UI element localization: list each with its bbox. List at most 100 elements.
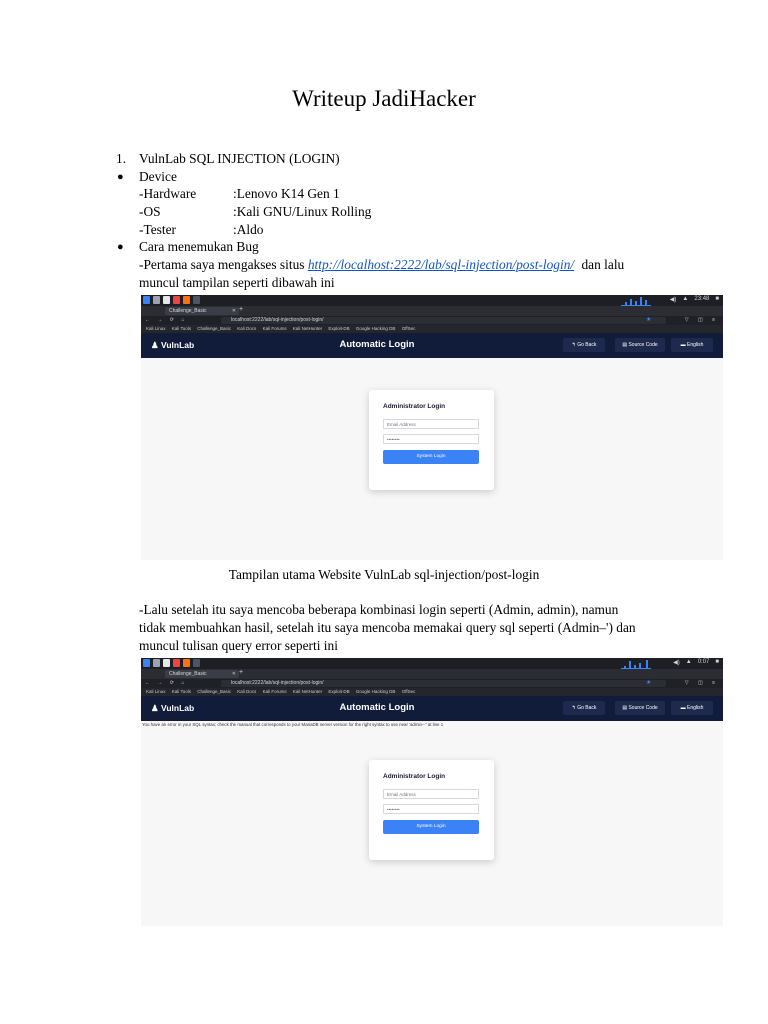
taskbar-icons bbox=[143, 296, 200, 305]
item-number: 1. bbox=[116, 151, 127, 166]
source-code-button[interactable]: ▤ Source Code bbox=[615, 338, 665, 352]
caption-1: Tampilan utama Website VulnLab sql-injec… bbox=[228, 567, 540, 582]
bookmark-item[interactable]: Exploit-DB bbox=[328, 326, 349, 331]
device-hardware-key: -Hardware bbox=[139, 186, 197, 201]
lock-icon[interactable]: ■ bbox=[715, 659, 719, 666]
bookmark-item[interactable]: Kali Tools bbox=[172, 689, 191, 694]
sql-error-message: You have an error in your SQL syntax; ch… bbox=[142, 722, 444, 727]
window-icon[interactable] bbox=[153, 659, 160, 667]
device-tester-value: :Aldo bbox=[233, 222, 264, 237]
password-field[interactable]: •••••••• bbox=[383, 434, 479, 444]
email-field[interactable]: Email Address bbox=[383, 419, 479, 429]
system-login-button[interactable]: System Login bbox=[383, 450, 479, 464]
device-os-value: :Kali GNU/Linux Rolling bbox=[233, 204, 372, 219]
device-label: Device bbox=[139, 169, 177, 184]
clock: 23:48 bbox=[694, 296, 710, 302]
paragraph-1-prefix: -Pertama saya mengakses situs bbox=[139, 257, 308, 272]
language-button[interactable]: ▬ English bbox=[671, 338, 713, 352]
firefox-icon[interactable] bbox=[183, 659, 190, 667]
tab-label: Challenge_Basic bbox=[169, 671, 207, 677]
bookmark-item[interactable]: Kali Tools bbox=[172, 326, 191, 331]
bookmark-item[interactable]: Google Hacking DB bbox=[356, 326, 396, 331]
bell-icon[interactable]: ▲ bbox=[686, 659, 692, 666]
bookmark-item[interactable]: Challenge_Basic bbox=[197, 326, 231, 331]
browser-tab[interactable]: Challenge_Basic ✕ bbox=[165, 307, 239, 315]
volume-icon[interactable]: ◀) bbox=[670, 296, 677, 303]
firefox-icon[interactable] bbox=[183, 296, 190, 304]
item-title: VulnLab SQL INJECTION (LOGIN) bbox=[139, 151, 340, 166]
clock: 0:07 bbox=[697, 659, 710, 665]
browser-tabbar: Challenge_Basic ✕ + bbox=[141, 669, 723, 679]
kali-menu-icon[interactable] bbox=[143, 296, 150, 304]
bookmark-item[interactable]: Kali Docs bbox=[237, 326, 256, 331]
nav-buttons[interactable]: ← → ⟳ ⌂ bbox=[145, 317, 187, 323]
browser-tab[interactable]: Challenge_Basic ✕ bbox=[165, 670, 239, 678]
bookmark-item[interactable]: Kali Forums bbox=[263, 689, 287, 694]
bookmark-item[interactable]: Kali NetHunter bbox=[293, 326, 322, 331]
cpu-graph bbox=[621, 296, 651, 306]
app-title: Automatic Login bbox=[339, 339, 415, 350]
terminal-icon[interactable] bbox=[173, 296, 180, 304]
bullet-bug: ● bbox=[117, 241, 124, 253]
close-icon[interactable]: ✕ bbox=[232, 307, 236, 315]
device-tester-key: -Tester bbox=[139, 222, 176, 237]
language-button[interactable]: ▬ English bbox=[671, 701, 713, 715]
url-input[interactable]: localhost:2222/lab/sql-injection/post-lo… bbox=[221, 317, 666, 324]
system-login-button[interactable]: System Login bbox=[383, 820, 479, 834]
device-os-key: -OS bbox=[139, 204, 161, 219]
go-back-button[interactable]: ↰ Go Back bbox=[563, 338, 605, 352]
lock-icon[interactable]: ■ bbox=[715, 296, 719, 303]
bookmarks-bar: Kali Linux Kali Tools Challenge_Basic Ka… bbox=[141, 325, 723, 333]
bookmark-item[interactable]: Kali NetHunter bbox=[293, 689, 322, 694]
browser-menu-icons[interactable]: ▽ ◫ ≡ bbox=[685, 680, 719, 686]
close-icon[interactable]: ✕ bbox=[232, 670, 236, 678]
new-tab-icon[interactable]: + bbox=[239, 306, 243, 313]
bookmark-item[interactable]: OffSec bbox=[402, 326, 416, 331]
bookmark-item[interactable]: OffSec bbox=[402, 689, 416, 694]
files-icon[interactable] bbox=[163, 659, 170, 667]
window-icon[interactable] bbox=[153, 296, 160, 304]
bug-label: Cara menemukan Bug bbox=[139, 239, 259, 254]
browser-menu-icons[interactable]: ▽ ◫ ≡ bbox=[685, 317, 719, 323]
workspace-icon[interactable] bbox=[193, 296, 200, 304]
document-title: Writeup JadiHacker bbox=[292, 86, 476, 111]
bookmark-star-icon[interactable]: ★ bbox=[646, 679, 651, 686]
tab-label: Challenge_Basic bbox=[169, 308, 207, 314]
bookmarks-bar: Kali Linux Kali Tools Challenge_Basic Ka… bbox=[141, 688, 723, 696]
workspace-icon[interactable] bbox=[193, 659, 200, 667]
lab-url-link[interactable]: http://localhost:2222/lab/sql-injection/… bbox=[308, 257, 574, 272]
browser-tabbar: Challenge_Basic ✕ + bbox=[141, 306, 723, 316]
bookmark-item[interactable]: Kali Linux bbox=[146, 326, 166, 331]
files-icon[interactable] bbox=[163, 296, 170, 304]
card-title: Administrator Login bbox=[383, 773, 446, 780]
go-back-button[interactable]: ↰ Go Back bbox=[563, 701, 605, 715]
nav-buttons[interactable]: ← → ⟳ ⌂ bbox=[145, 680, 187, 686]
address-bar-row: ← → ⟳ ⌂ localhost:2222/lab/sql-injection… bbox=[141, 316, 723, 325]
new-tab-icon[interactable]: + bbox=[239, 669, 243, 676]
bookmark-item[interactable]: Kali Linux bbox=[146, 689, 166, 694]
password-field[interactable]: •••••••• bbox=[383, 804, 479, 814]
paragraph-2-line-1: -Lalu setelah itu saya mencoba beberapa … bbox=[139, 602, 619, 617]
url-input[interactable]: localhost:2222/lab/sql-injection/post-lo… bbox=[221, 680, 666, 687]
bell-icon[interactable]: ▲ bbox=[682, 296, 688, 303]
app-header: ♟ VulnLab Automatic Login ↰ Go Back ▤ So… bbox=[141, 696, 723, 721]
bookmark-item[interactable]: Kali Docs bbox=[237, 689, 256, 694]
bookmark-item[interactable]: Challenge_Basic bbox=[197, 689, 231, 694]
bookmark-item[interactable]: Kali Forums bbox=[263, 326, 287, 331]
login-card: Administrator Login Email Address ••••••… bbox=[369, 390, 494, 490]
app-header: ♟ VulnLab Automatic Login ↰ Go Back ▤ So… bbox=[141, 333, 723, 358]
email-field[interactable]: Email Address bbox=[383, 789, 479, 799]
kali-menu-icon[interactable] bbox=[143, 659, 150, 667]
os-taskbar: ◀) ▲ 23:48 ■ bbox=[141, 295, 723, 306]
bookmark-item[interactable]: Google Hacking DB bbox=[356, 689, 396, 694]
address-bar-row: ← → ⟳ ⌂ localhost:2222/lab/sql-injection… bbox=[141, 679, 723, 688]
terminal-icon[interactable] bbox=[173, 659, 180, 667]
source-code-button[interactable]: ▤ Source Code bbox=[615, 701, 665, 715]
volume-icon[interactable]: ◀) bbox=[673, 659, 680, 666]
bullet-device: ● bbox=[117, 171, 124, 183]
screenshot-sql-error: ◀) ▲ 0:07 ■ Challenge_Basic ✕ + ← → ⟳ ⌂ … bbox=[141, 658, 723, 926]
bookmark-star-icon[interactable]: ★ bbox=[646, 316, 651, 323]
taskbar-icons bbox=[143, 659, 200, 668]
bookmark-item[interactable]: Exploit-DB bbox=[328, 689, 349, 694]
system-tray: ◀) ▲ 0:07 ■ bbox=[673, 659, 719, 666]
